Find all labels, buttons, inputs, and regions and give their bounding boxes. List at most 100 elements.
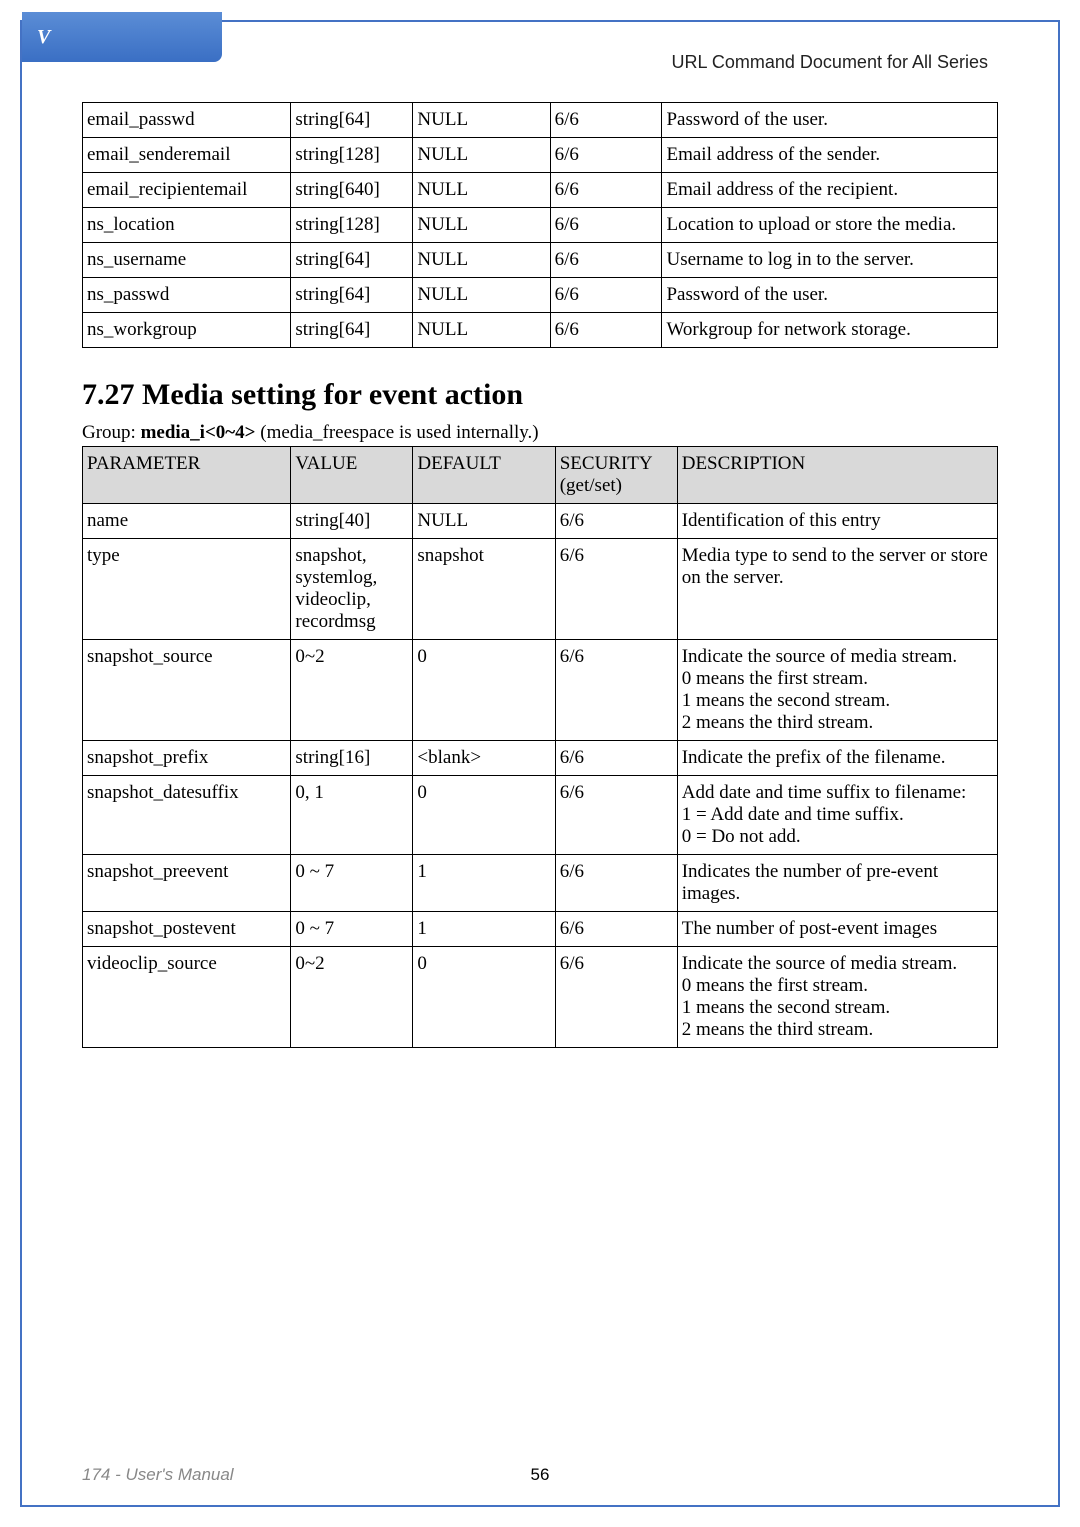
- cell-description: Indicates the number of pre-event images…: [677, 855, 997, 912]
- cell-description: Email address of the sender.: [662, 138, 998, 173]
- group-prefix: Group:: [82, 422, 141, 443]
- cell-default: snapshot: [413, 539, 555, 640]
- col-header-security: SECURITY (get/set): [555, 447, 677, 504]
- table-row: snapshot_prefixstring[16]<blank>6/6Indic…: [83, 741, 998, 776]
- col-header-value: VALUE: [291, 447, 413, 504]
- cell-default: NULL: [413, 208, 550, 243]
- cell-security: 6/6: [550, 138, 662, 173]
- section-title: 7.27 Media setting for event action: [82, 378, 998, 412]
- table-row: snapshot_preevent0 ~ 716/6Indicates the …: [83, 855, 998, 912]
- table-row: snapshot_postevent0 ~ 716/6The number of…: [83, 912, 998, 947]
- cell-parameter: snapshot_prefix: [83, 741, 291, 776]
- cell-parameter: ns_workgroup: [83, 313, 291, 348]
- cell-value: 0 ~ 7: [291, 855, 413, 912]
- cell-default: 1: [413, 855, 555, 912]
- parameter-table-2: PARAMETER VALUE DEFAULT SECURITY (get/se…: [82, 446, 998, 1048]
- cell-value: 0~2: [291, 640, 413, 741]
- cell-parameter: snapshot_postevent: [83, 912, 291, 947]
- cell-parameter: snapshot_datesuffix: [83, 776, 291, 855]
- cell-value: string[640]: [291, 173, 413, 208]
- table-row: ns_locationstring[128]NULL6/6Location to…: [83, 208, 998, 243]
- cell-value: string[64]: [291, 278, 413, 313]
- page-header: URL Command Document for All Series: [672, 52, 988, 73]
- cell-value: string[64]: [291, 243, 413, 278]
- table-row: ns_workgroupstring[64]NULL6/6Workgroup f…: [83, 313, 998, 348]
- page-footer: 174 - User's Manual 56: [82, 1465, 998, 1485]
- cell-security: 6/6: [550, 313, 662, 348]
- cell-description: Email address of the recipient.: [662, 173, 998, 208]
- cell-description: Indicate the source of media stream.0 me…: [677, 947, 997, 1048]
- cell-default: 0: [413, 947, 555, 1048]
- cell-default: NULL: [413, 313, 550, 348]
- cell-default: <blank>: [413, 741, 555, 776]
- parameter-table-1: email_passwdstring[64]NULL6/6Password of…: [82, 102, 998, 348]
- cell-value: 0, 1: [291, 776, 413, 855]
- cell-description: The number of post-event images: [677, 912, 997, 947]
- cell-security: 6/6: [555, 855, 677, 912]
- cell-default: NULL: [413, 504, 555, 539]
- cell-description: Indicate the prefix of the filename.: [677, 741, 997, 776]
- cell-value: string[64]: [291, 103, 413, 138]
- cell-default: 0: [413, 640, 555, 741]
- logo-letter: V: [37, 26, 50, 49]
- cell-security: 6/6: [555, 741, 677, 776]
- cell-security: 6/6: [555, 776, 677, 855]
- cell-security: 6/6: [555, 912, 677, 947]
- table-row: snapshot_datesuffix0, 106/6Add date and …: [83, 776, 998, 855]
- cell-value: snapshot,systemlog,videoclip,recordmsg: [291, 539, 413, 640]
- cell-value: string[128]: [291, 208, 413, 243]
- cell-default: NULL: [413, 278, 550, 313]
- cell-parameter: email_passwd: [83, 103, 291, 138]
- table-row: email_passwdstring[64]NULL6/6Password of…: [83, 103, 998, 138]
- cell-security: 6/6: [555, 640, 677, 741]
- table-row: email_recipientemailstring[640]NULL6/6Em…: [83, 173, 998, 208]
- table-row: videoclip_source0~206/6Indicate the sour…: [83, 947, 998, 1048]
- cell-description: Media type to send to the server or stor…: [677, 539, 997, 640]
- col-header-description: DESCRIPTION: [677, 447, 997, 504]
- cell-security: 6/6: [555, 504, 677, 539]
- cell-parameter: videoclip_source: [83, 947, 291, 1048]
- cell-parameter: snapshot_preevent: [83, 855, 291, 912]
- cell-security: 6/6: [550, 173, 662, 208]
- cell-description: Username to log in to the server.: [662, 243, 998, 278]
- cell-parameter: name: [83, 504, 291, 539]
- cell-parameter: type: [83, 539, 291, 640]
- cell-parameter: email_recipientemail: [83, 173, 291, 208]
- cell-description: Password of the user.: [662, 278, 998, 313]
- cell-default: 0: [413, 776, 555, 855]
- cell-parameter: ns_location: [83, 208, 291, 243]
- table-row: ns_passwdstring[64]NULL6/6Password of th…: [83, 278, 998, 313]
- cell-description: Workgroup for network storage.: [662, 313, 998, 348]
- table-row: namestring[40]NULL6/6Identification of t…: [83, 504, 998, 539]
- cell-default: NULL: [413, 243, 550, 278]
- cell-parameter: snapshot_source: [83, 640, 291, 741]
- cell-value: string[40]: [291, 504, 413, 539]
- cell-default: NULL: [413, 138, 550, 173]
- group-name: media_i<0~4>: [141, 422, 256, 443]
- cell-description: Indicate the source of media stream.0 me…: [677, 640, 997, 741]
- cell-default: NULL: [413, 103, 550, 138]
- table-row: typesnapshot,systemlog,videoclip,recordm…: [83, 539, 998, 640]
- cell-value: string[128]: [291, 138, 413, 173]
- group-suffix: (media_freespace is used internally.): [256, 422, 539, 443]
- cell-default: 1: [413, 912, 555, 947]
- footer-left: 174 - User's Manual: [82, 1465, 234, 1485]
- table-row: email_senderemailstring[128]NULL6/6Email…: [83, 138, 998, 173]
- group-description: Group: media_i<0~4> (media_freespace is …: [82, 422, 998, 444]
- cell-security: 6/6: [550, 243, 662, 278]
- table-row: snapshot_source0~206/6Indicate the sourc…: [83, 640, 998, 741]
- cell-value: 0 ~ 7: [291, 912, 413, 947]
- footer-page-number: 56: [531, 1465, 550, 1485]
- cell-default: NULL: [413, 173, 550, 208]
- cell-value: 0~2: [291, 947, 413, 1048]
- table-row: ns_usernamestring[64]NULL6/6Username to …: [83, 243, 998, 278]
- cell-security: 6/6: [550, 278, 662, 313]
- cell-value: string[16]: [291, 741, 413, 776]
- col-header-default: DEFAULT: [413, 447, 555, 504]
- cell-parameter: ns_username: [83, 243, 291, 278]
- cell-description: Add date and time suffix to filename:1 =…: [677, 776, 997, 855]
- cell-description: Identification of this entry: [677, 504, 997, 539]
- brand-logo: V: [22, 12, 222, 62]
- col-header-parameter: PARAMETER: [83, 447, 291, 504]
- cell-security: 6/6: [555, 947, 677, 1048]
